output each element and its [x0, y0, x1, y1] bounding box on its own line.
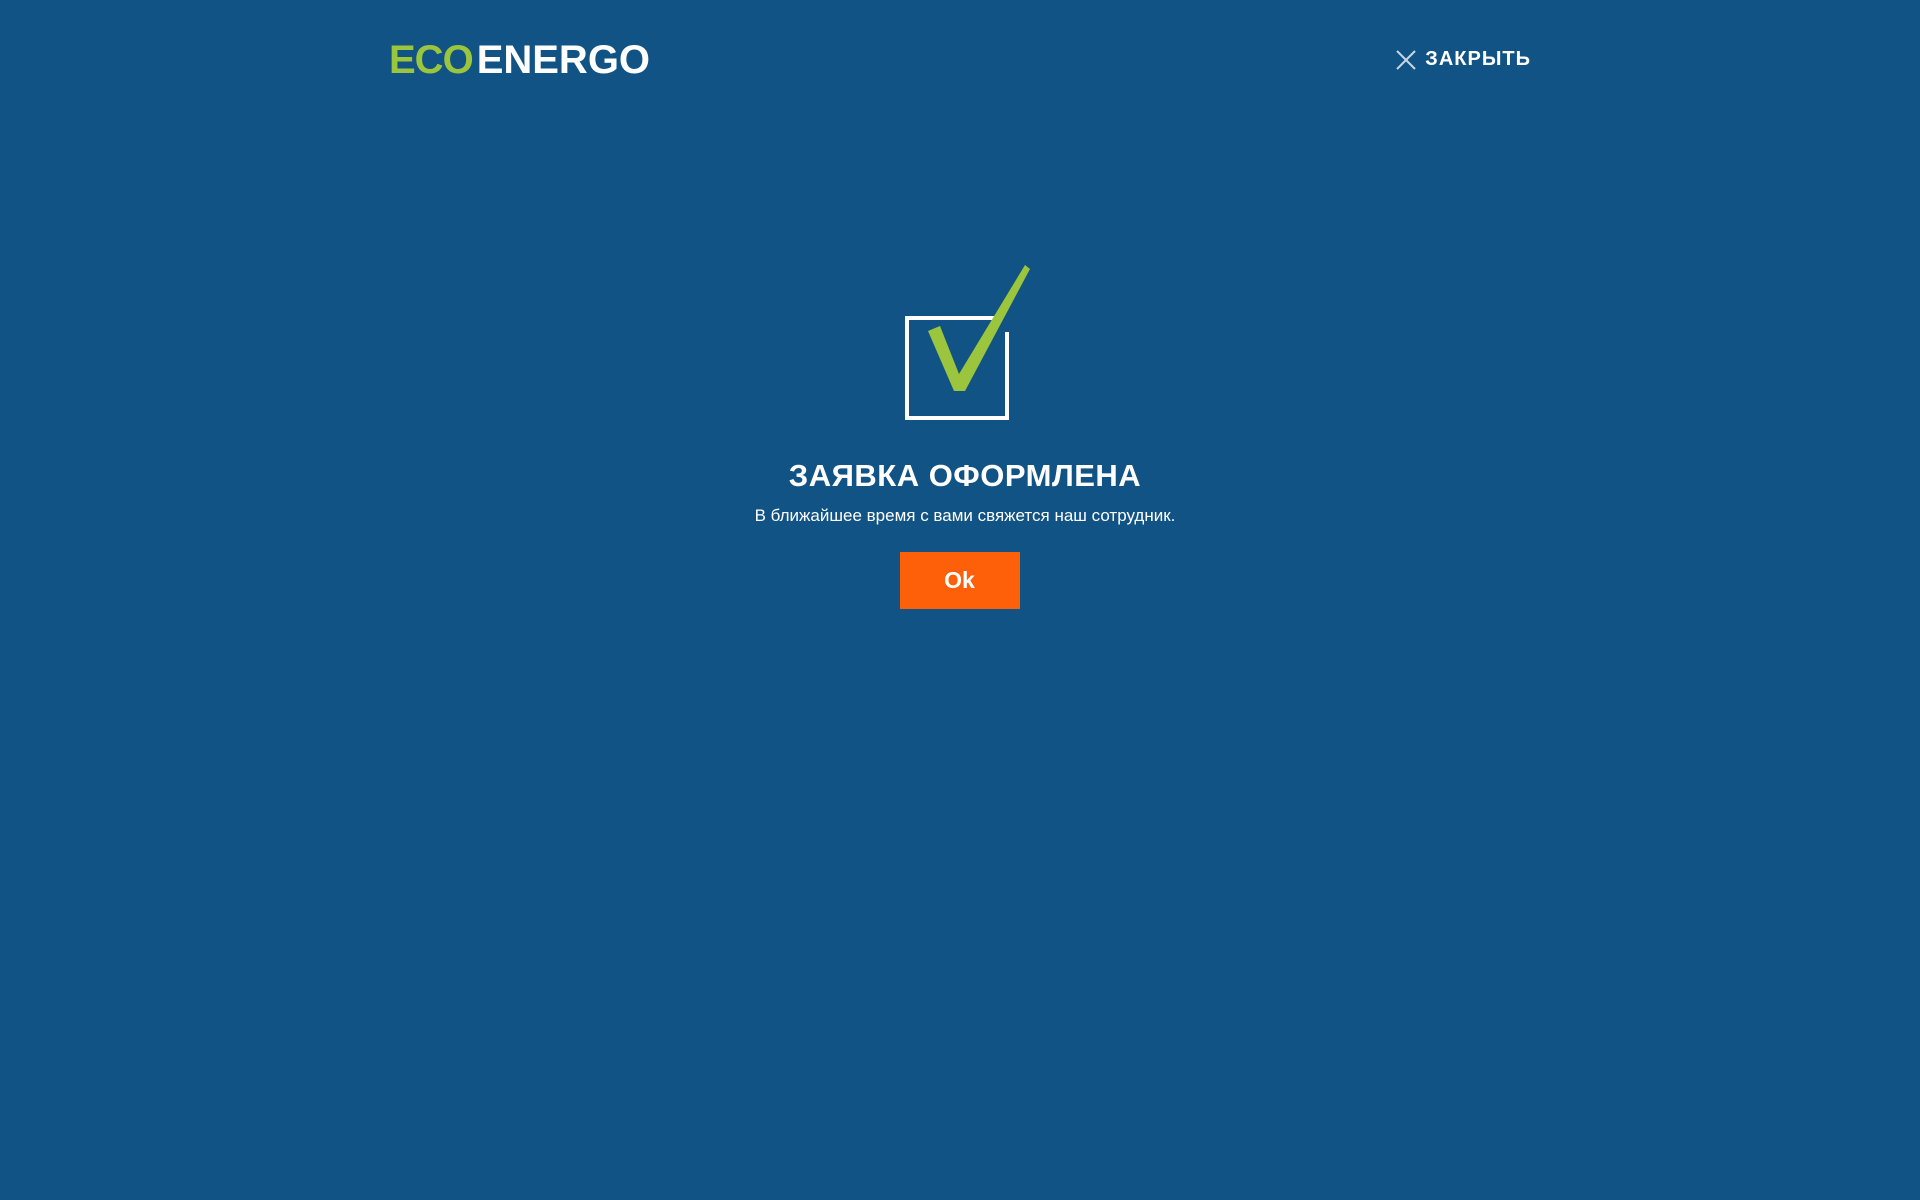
confirmation-message: В ближайшее время с вами свяжется наш со…	[754, 506, 1176, 525]
success-page: ECO ENERGO ЗАКРЫТЬ ЗАЯВКА ОФОРМЛЕНА В бл…	[0, 0, 1920, 1200]
confirmation-panel: ЗАЯВКА ОФОРМЛЕНА В ближайшее время с вам…	[0, 262, 1920, 609]
close-button[interactable]: ЗАКРЫТЬ	[1395, 48, 1531, 71]
confirmation-title: ЗАЯВКА ОФОРМЛЕНА	[788, 458, 1142, 493]
ok-button[interactable]: Ok	[899, 552, 1020, 609]
checkmark-box-icon	[905, 265, 1030, 420]
logo-eco-text: ECO	[389, 38, 474, 82]
close-icon	[1396, 49, 1417, 70]
logo-energo-text: ENERGO	[476, 38, 651, 82]
close-label: ЗАКРЫТЬ	[1425, 48, 1531, 70]
ecoenergo-logo[interactable]: ECO ENERGO	[389, 40, 650, 80]
